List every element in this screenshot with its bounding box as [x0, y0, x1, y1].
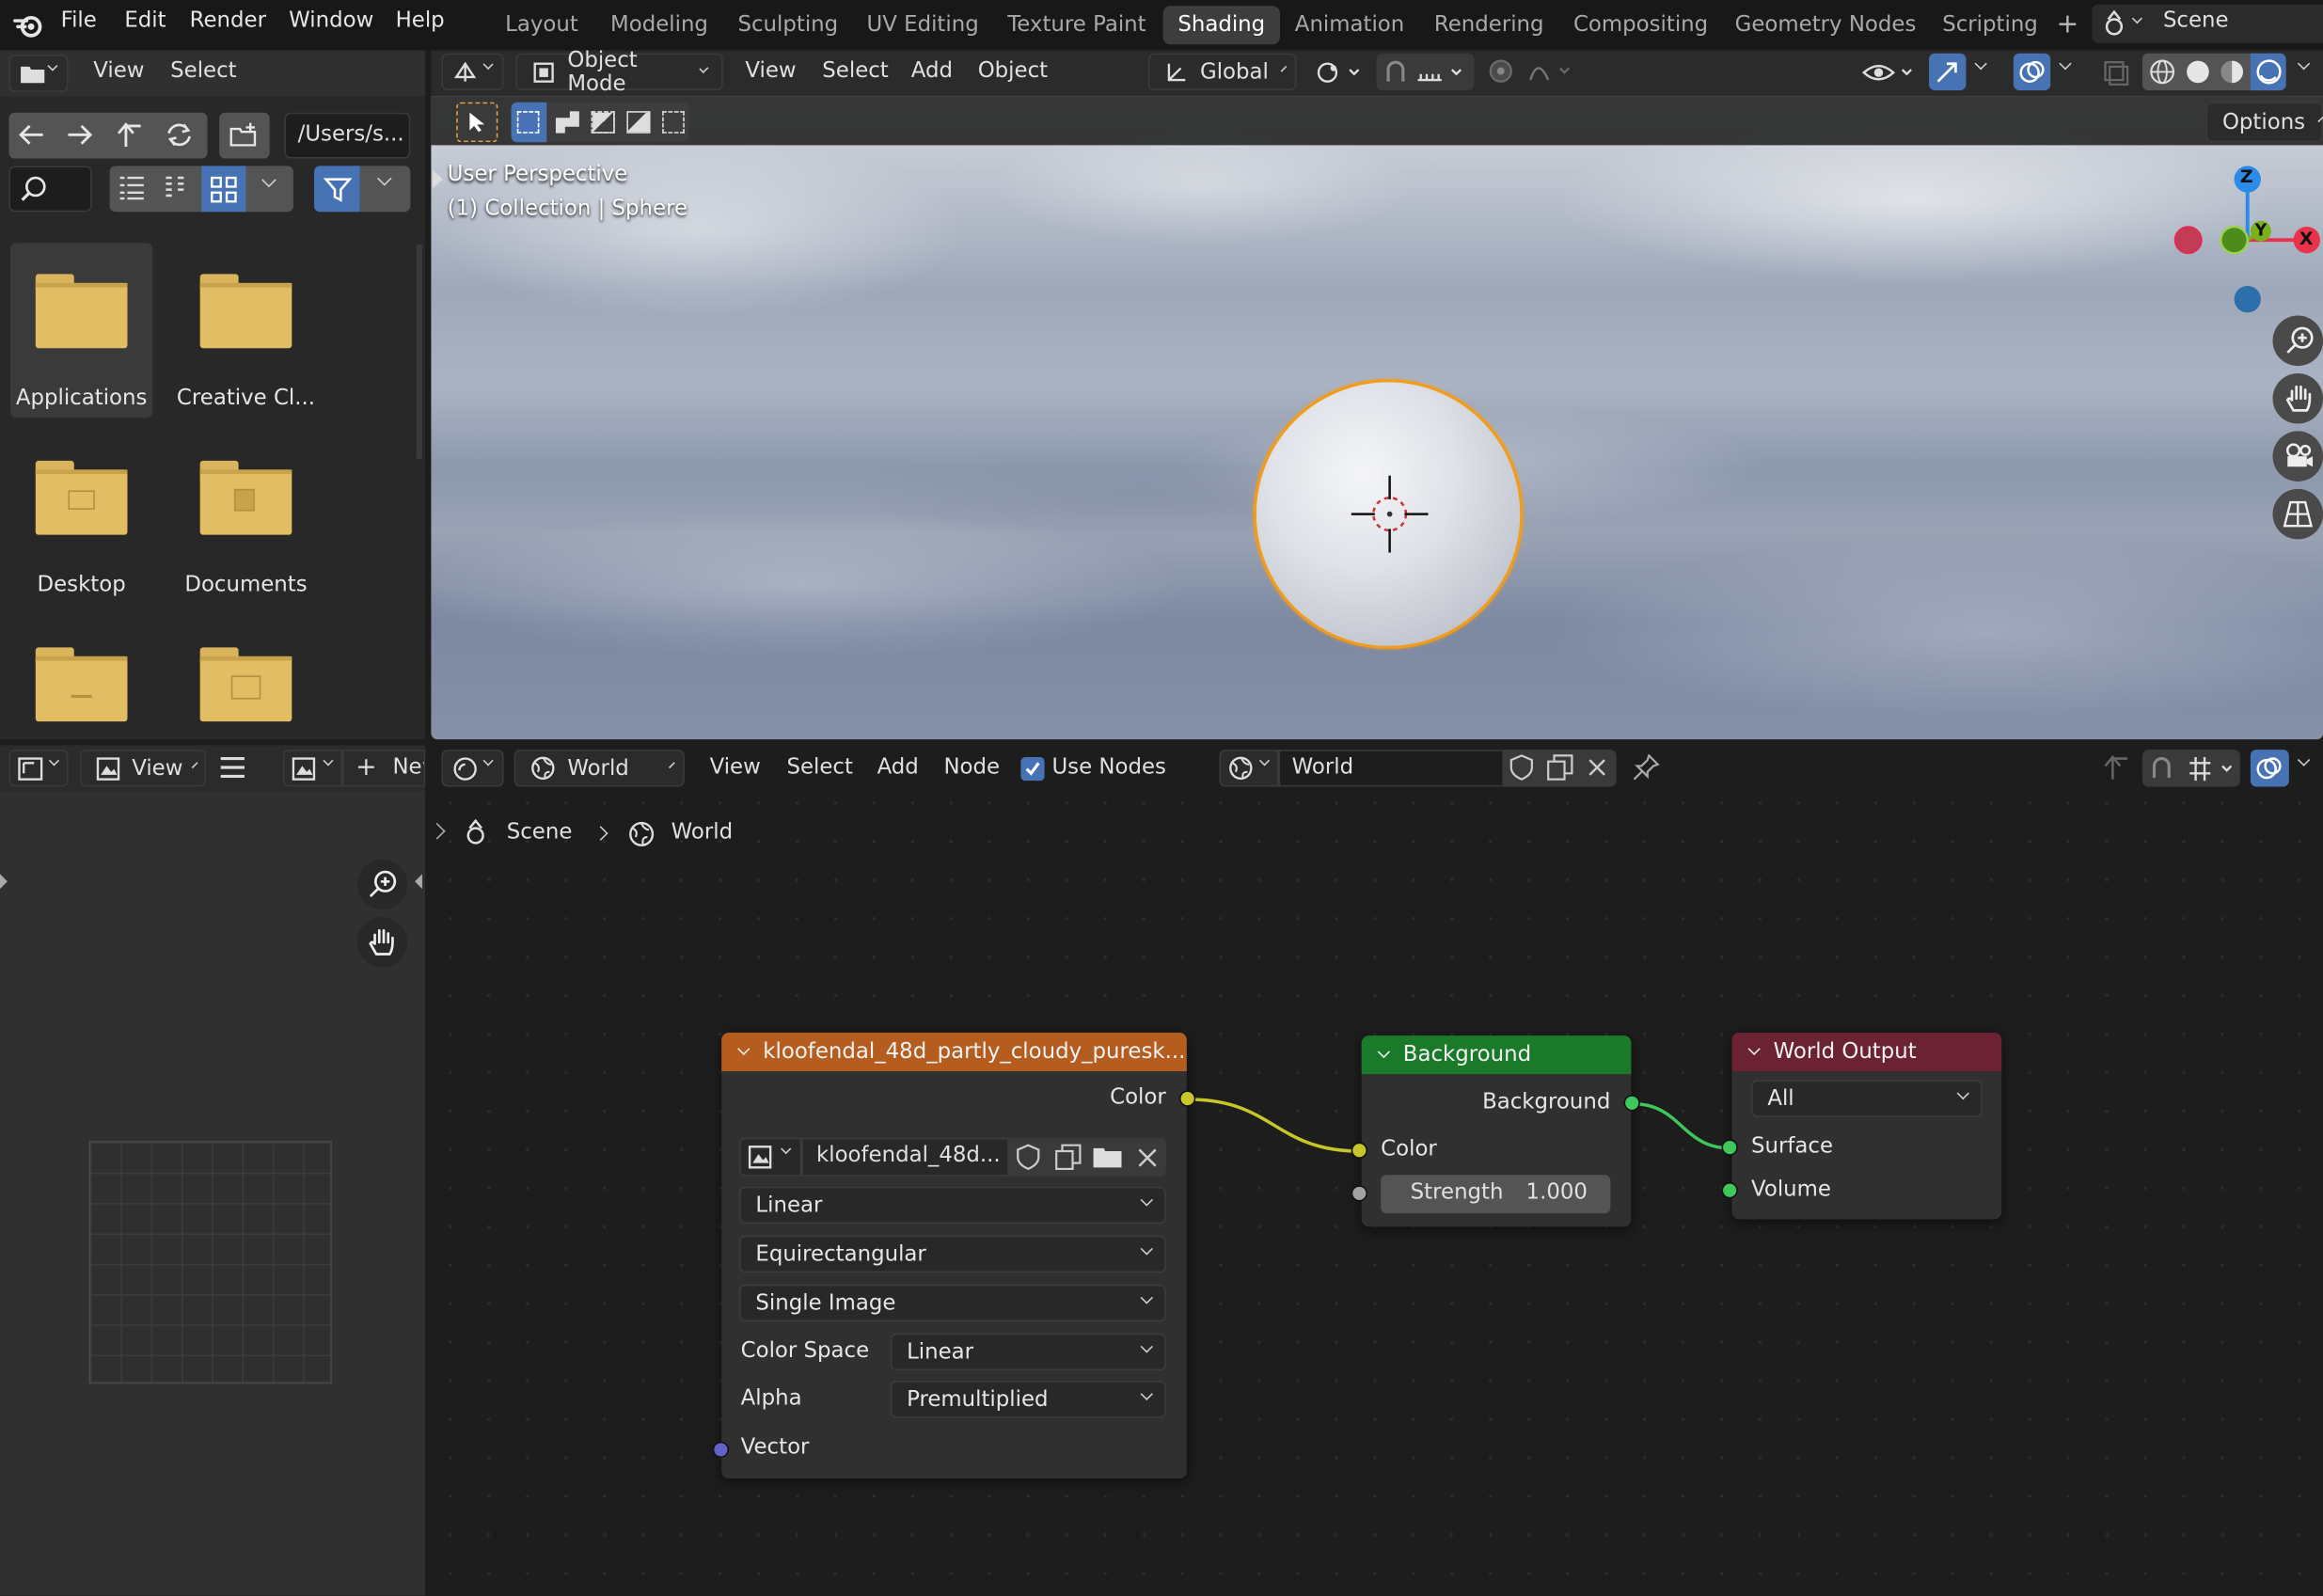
- projection-select[interactable]: Equirectangular: [739, 1235, 1166, 1273]
- input-vector-label: Vector: [740, 1435, 810, 1460]
- open-folder-icon[interactable]: [1092, 1144, 1125, 1170]
- output-background-socket[interactable]: [1623, 1095, 1640, 1112]
- collapse-chevron-icon[interactable]: [737, 1042, 751, 1055]
- node-title: Background: [1402, 1043, 1532, 1067]
- input-vector-socket[interactable]: [712, 1441, 730, 1459]
- node-header[interactable]: Background: [1361, 1035, 1632, 1075]
- node-title: World Output: [1773, 1039, 1917, 1065]
- output-background-label: Background: [1482, 1090, 1611, 1114]
- image-name-text: kloofendal_48d...: [815, 1144, 1001, 1168]
- chevron-down-icon: [1140, 1242, 1153, 1256]
- input-surface-label: Surface: [1751, 1134, 1834, 1159]
- chevron-down-icon: [1956, 1086, 1969, 1100]
- environment-texture-node[interactable]: kloofendal_48d_partly_cloudy_puresk... C…: [721, 1032, 1187, 1479]
- world-output-node[interactable]: World Output All Surface Volume: [1731, 1032, 2002, 1220]
- strength-label: Strength: [1410, 1180, 1504, 1205]
- target-value: All: [1767, 1086, 1794, 1111]
- link-color: [1188, 1098, 1361, 1153]
- chevron-down-icon: [1140, 1387, 1153, 1401]
- alpha-label: Alpha: [740, 1386, 802, 1411]
- color-space-label: Color Space: [740, 1339, 870, 1364]
- source-select[interactable]: Single Image: [739, 1284, 1166, 1322]
- collapse-chevron-icon[interactable]: [1377, 1045, 1391, 1059]
- image-name-field[interactable]: kloofendal_48d...: [801, 1137, 1009, 1177]
- alpha-value: Premultiplied: [907, 1387, 1049, 1412]
- chevron-down-icon: [1140, 1340, 1153, 1353]
- image-icon: [748, 1146, 772, 1169]
- fake-user-shield-icon[interactable]: [1015, 1144, 1041, 1171]
- input-color-socket[interactable]: [1351, 1142, 1368, 1159]
- chevron-down-icon: [1140, 1291, 1153, 1304]
- node-header[interactable]: kloofendal_48d_partly_cloudy_puresk...: [721, 1032, 1187, 1071]
- output-color-label: Color: [1110, 1085, 1166, 1110]
- chevron-down-icon: [1140, 1193, 1153, 1207]
- projection-value: Equirectangular: [755, 1241, 926, 1267]
- interpolation-select[interactable]: Linear: [739, 1186, 1166, 1225]
- node-header[interactable]: World Output: [1731, 1032, 2002, 1071]
- output-color-socket[interactable]: [1178, 1090, 1196, 1107]
- target-select[interactable]: All: [1751, 1080, 1983, 1117]
- alpha-select[interactable]: Premultiplied: [890, 1381, 1166, 1418]
- input-volume-label: Volume: [1751, 1177, 1831, 1202]
- strength-field[interactable]: Strength 1.000: [1381, 1175, 1611, 1214]
- source-value: Single Image: [755, 1290, 896, 1316]
- duplicate-icon[interactable]: [1053, 1144, 1083, 1171]
- node-title: kloofendal_48d_partly_cloudy_puresk...: [763, 1039, 1186, 1065]
- collapse-chevron-icon[interactable]: [1747, 1042, 1761, 1055]
- input-strength-socket[interactable]: [1351, 1185, 1368, 1202]
- strength-value: 1.000: [1525, 1180, 1588, 1205]
- input-color-label: Color: [1381, 1137, 1437, 1162]
- input-surface-socket[interactable]: [1721, 1139, 1738, 1156]
- link-background: [1632, 1101, 1730, 1150]
- color-space-value: Linear: [907, 1339, 974, 1365]
- background-node[interactable]: Background Background Color Strength 1.0…: [1361, 1035, 1632, 1227]
- image-browse-button[interactable]: [739, 1137, 802, 1177]
- chevron-down-icon: [781, 1144, 792, 1155]
- close-icon[interactable]: [1136, 1146, 1159, 1169]
- color-space-select[interactable]: Linear: [890, 1333, 1166, 1371]
- interpolation-value: Linear: [755, 1193, 823, 1218]
- input-volume-socket[interactable]: [1721, 1182, 1738, 1199]
